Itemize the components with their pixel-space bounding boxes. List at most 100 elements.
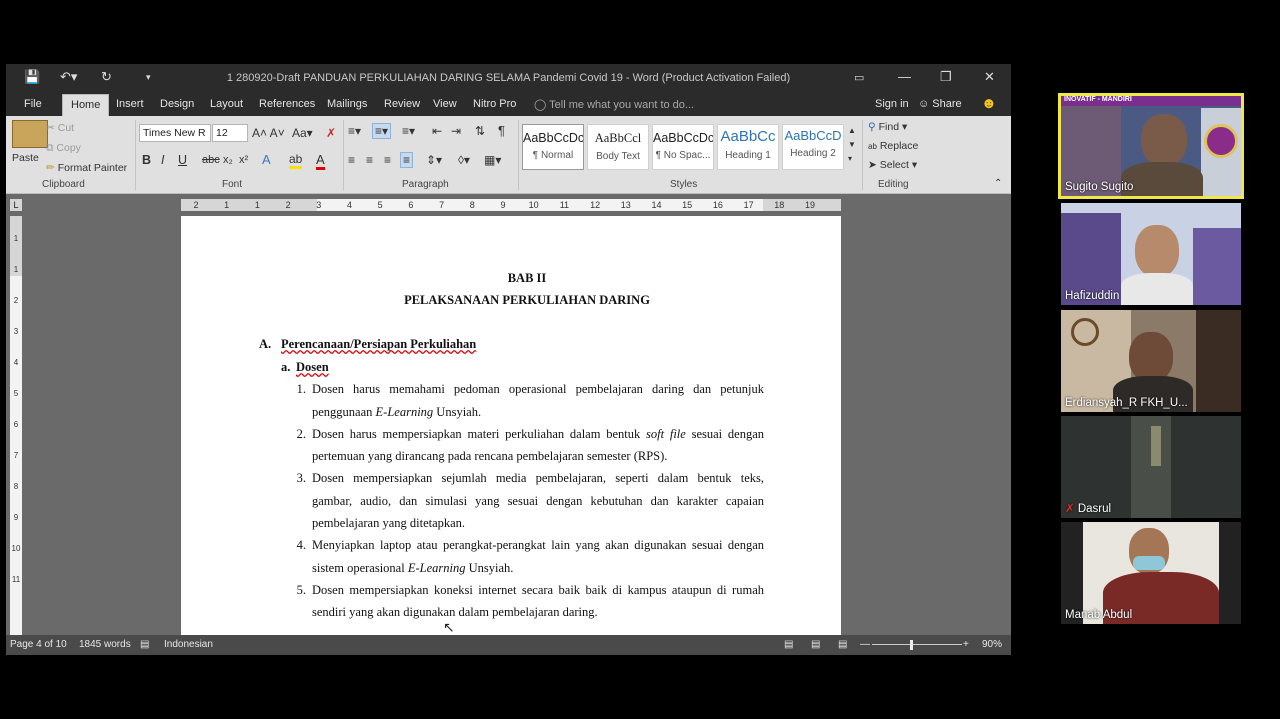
paste-button[interactable]: Paste — [12, 152, 39, 164]
line-spacing-icon[interactable]: ⇕▾ — [426, 153, 442, 167]
participant-tile[interactable]: Manab Abdul — [1061, 522, 1241, 624]
borders-icon[interactable]: ▦▾ — [484, 153, 501, 167]
bold-button[interactable]: B — [142, 153, 151, 167]
tab-selector[interactable]: L — [10, 199, 22, 211]
tab-file[interactable]: File — [24, 98, 42, 110]
font-size-select[interactable]: 12 — [212, 124, 248, 142]
list-number: 3. — [296, 471, 306, 485]
divider — [862, 120, 863, 190]
zoom-slider-track[interactable] — [872, 644, 962, 645]
web-layout-icon[interactable]: ▤ — [838, 639, 847, 650]
share-button[interactable]: ☺ Share — [918, 98, 962, 110]
copy-button[interactable]: ⧉ Copy — [46, 142, 81, 155]
vertical-ruler[interactable]: 1 1 2 3 4 5 6 7 8 9 10 11 — [10, 216, 22, 636]
replace-button[interactable]: ab Replace — [868, 140, 918, 152]
align-left-icon[interactable]: ≡ — [348, 153, 355, 167]
ribbon-display-options-icon[interactable]: ▭ — [854, 71, 864, 84]
highlight-color-icon[interactable]: ab — [289, 152, 303, 169]
participant-tile[interactable]: ✗ Dasrul — [1061, 416, 1241, 518]
word-count[interactable]: 1845 words — [79, 639, 131, 650]
document-page[interactable]: BAB II PELAKSANAAN PERKULIAHAN DARING A.… — [181, 216, 841, 636]
show-formatting-icon[interactable]: ¶ — [498, 123, 505, 138]
zoom-level[interactable]: 90% — [982, 639, 1002, 650]
horizontal-ruler[interactable]: 2 1 1 2 3 4 5 6 7 8 9 10 11 12 13 14 15 16 17 18 19 — [181, 199, 841, 211]
style-heading-1[interactable]: AaBbCc Heading 1 — [717, 124, 779, 170]
subscript-button[interactable]: x₂ — [223, 154, 233, 166]
tab-layout[interactable]: Layout — [210, 98, 243, 110]
minimize-button[interactable]: — — [898, 69, 911, 84]
zoom-slider-thumb[interactable] — [910, 640, 913, 650]
grow-font-icon[interactable]: A˄ A˅ — [252, 126, 285, 140]
shading-icon[interactable]: ◊▾ — [458, 153, 470, 167]
collapse-ribbon-icon[interactable]: ⌃ — [994, 178, 1002, 189]
tab-mailings[interactable]: Mailings — [327, 98, 367, 110]
justify-icon[interactable]: ≡ — [400, 152, 414, 168]
participant-tile[interactable]: Hafizuddin — [1061, 203, 1241, 305]
ruler-tick-label: 9 — [13, 513, 19, 522]
zoom-out-button[interactable]: — — [860, 639, 870, 650]
ruler-tick-label: 2 — [193, 200, 199, 210]
format-painter-button[interactable]: ✏ Format Painter — [46, 162, 127, 174]
underline-button[interactable]: U — [178, 153, 187, 167]
styles-scroll-icon[interactable]: ▲ ▼ ▾ — [848, 124, 856, 166]
proofing-icon[interactable]: ▤ — [140, 639, 149, 650]
style-body-text[interactable]: AaBbCcl Body Text — [587, 124, 649, 170]
italic-button[interactable]: I — [161, 153, 164, 167]
tab-insert[interactable]: Insert — [116, 98, 144, 110]
tab-design[interactable]: Design — [160, 98, 194, 110]
tell-me-search[interactable]: ◯ Tell me what you want to do... — [534, 98, 694, 111]
style-no-spacing[interactable]: AaBbCcDc ¶ No Spac... — [652, 124, 714, 170]
change-case-icon[interactable]: Aa▾ — [292, 126, 313, 140]
participant-name: Hafizuddin — [1065, 290, 1120, 302]
participant-tile[interactable]: Erdiansyah_R FKH_U... — [1061, 310, 1241, 412]
decrease-indent-icon[interactable]: ⇤ — [432, 124, 442, 138]
tab-references[interactable]: References — [259, 98, 315, 110]
font-color-icon[interactable]: A — [316, 152, 325, 170]
align-center-icon[interactable]: ≡ — [366, 153, 373, 167]
page-count[interactable]: Page 4 of 10 — [10, 639, 67, 650]
tab-view[interactable]: View — [433, 98, 457, 110]
tab-home[interactable]: Home — [62, 94, 110, 116]
clear-formatting-icon[interactable]: ✗ — [326, 126, 336, 140]
read-mode-icon[interactable]: ▤ — [784, 639, 793, 650]
smiley-feedback-icon[interactable]: ☻ — [981, 95, 997, 112]
ruler-tick-label: 5 — [13, 389, 19, 398]
restore-button[interactable]: ❐ — [940, 69, 952, 85]
superscript-button[interactable]: x² — [239, 154, 248, 166]
list-line: sendiri yang akan digunakan dalam pembel… — [312, 605, 598, 619]
sign-in-link[interactable]: Sign in — [875, 98, 909, 110]
font-name-select[interactable]: Times New R — [139, 124, 211, 142]
strikethrough-button[interactable]: abc — [202, 154, 220, 166]
cut-button[interactable]: ✂ Cut — [46, 122, 74, 134]
align-right-icon[interactable]: ≡ — [384, 153, 391, 167]
ruler-tick-label: 1 — [224, 200, 230, 210]
select-button[interactable]: ➤ Select ▾ — [868, 159, 917, 171]
text-effects-icon[interactable]: A — [262, 152, 271, 167]
ruler-tick-label: 16 — [712, 200, 723, 210]
ruler-tick-label: 10 — [528, 200, 539, 210]
tab-nitro-pro[interactable]: Nitro Pro — [473, 98, 516, 110]
style-normal[interactable]: AaBbCcDc ¶ Normal — [522, 124, 584, 170]
light-source — [1151, 426, 1161, 466]
ruler-tick-label: 3 — [316, 200, 322, 210]
find-button[interactable]: ⚲ Find ▾ — [868, 121, 907, 133]
close-button[interactable]: ✕ — [984, 69, 995, 85]
bullets-icon[interactable]: ≡▾ — [348, 124, 361, 138]
list-line: Dosen harus memahami pedoman operasional… — [312, 382, 764, 396]
ruler-tick-label: 7 — [439, 200, 445, 210]
ruler-tick-label: 4 — [346, 200, 352, 210]
section-title: Perencanaan/Persiapan Perkuliahan — [281, 337, 477, 351]
increase-indent-icon[interactable]: ⇥ — [451, 124, 461, 138]
ruler-tick-label: 11 — [559, 200, 570, 210]
multilevel-list-icon[interactable]: ≡▾ — [402, 124, 415, 138]
zoom-in-button[interactable]: + — [963, 639, 969, 650]
ribbon: Paste ✂ Cut ⧉ Copy ✏ Format Painter Clip… — [6, 116, 1011, 194]
sort-icon[interactable]: ⇅ — [475, 124, 485, 138]
language-indicator[interactable]: Indonesian — [164, 639, 213, 650]
tab-review[interactable]: Review — [384, 98, 420, 110]
numbering-icon[interactable]: ≡▾ — [372, 123, 392, 139]
video-background — [1196, 310, 1241, 412]
style-heading-2[interactable]: AaBbCcD Heading 2 — [782, 124, 844, 170]
print-layout-icon[interactable]: ▤ — [811, 639, 820, 650]
participant-tile-active[interactable]: INOVATIF - MANDIRI Sugito Sugito — [1058, 93, 1244, 199]
